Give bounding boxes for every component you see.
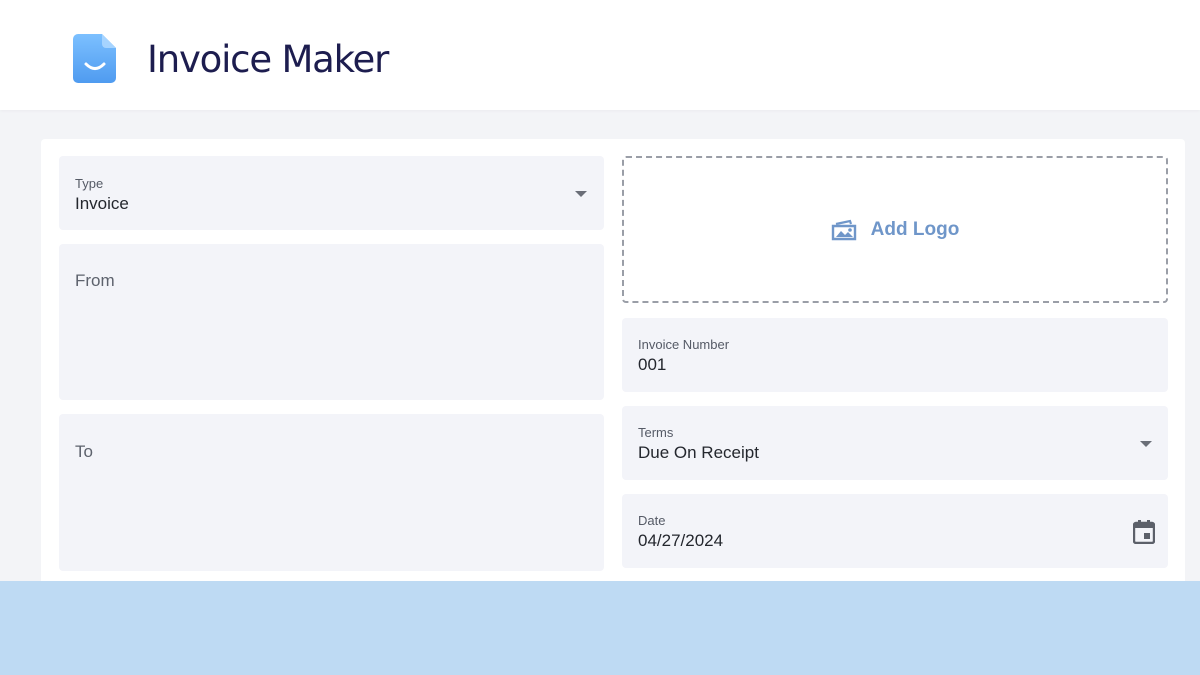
terms-label: Terms bbox=[638, 425, 674, 440]
invoice-number-field[interactable]: Invoice Number 001 bbox=[622, 318, 1168, 392]
add-logo-label: Add Logo bbox=[870, 218, 960, 240]
caret-down-icon bbox=[1140, 441, 1152, 447]
date-field[interactable]: Date 04/27/2024 bbox=[622, 494, 1168, 568]
app-title: Invoice Maker bbox=[147, 38, 389, 81]
type-select[interactable]: Type Invoice bbox=[59, 156, 604, 230]
caret-down-icon bbox=[575, 191, 587, 197]
document-smile-icon bbox=[73, 34, 116, 83]
calendar-icon[interactable] bbox=[1133, 520, 1155, 544]
terms-select[interactable]: Terms Due On Receipt bbox=[622, 406, 1168, 480]
date-label: Date bbox=[638, 513, 666, 528]
to-textarea[interactable]: To bbox=[59, 414, 604, 571]
from-placeholder: From bbox=[75, 271, 115, 290]
type-label: Type bbox=[75, 176, 104, 191]
date-value: 04/27/2024 bbox=[638, 531, 724, 550]
invoice-number-label: Invoice Number bbox=[638, 337, 730, 352]
from-textarea[interactable]: From bbox=[59, 244, 604, 400]
image-upload-icon bbox=[831, 219, 856, 240]
invoice-number-value: 001 bbox=[638, 355, 667, 374]
bottom-banner bbox=[0, 581, 1200, 675]
app-header: Invoice Maker bbox=[0, 0, 1200, 110]
terms-value: Due On Receipt bbox=[638, 443, 759, 462]
add-logo-dropzone[interactable]: Add Logo bbox=[622, 156, 1168, 303]
type-value: Invoice bbox=[75, 194, 129, 213]
to-placeholder: To bbox=[75, 442, 93, 461]
